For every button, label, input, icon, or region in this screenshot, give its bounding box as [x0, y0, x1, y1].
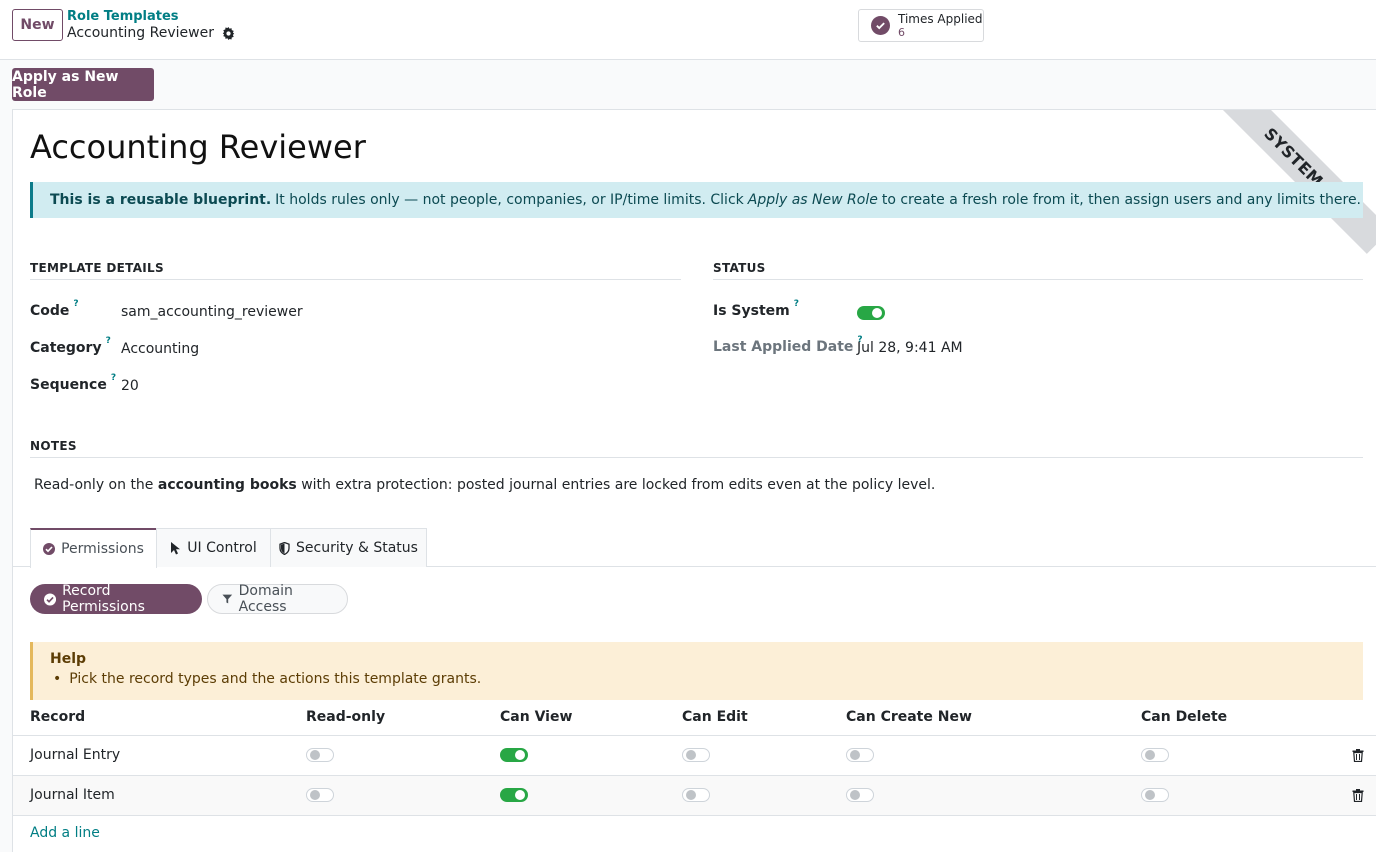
shield-icon: [279, 541, 290, 555]
pill-label: Domain Access: [238, 583, 293, 615]
is-system-toggle[interactable]: [857, 306, 885, 320]
help-tooltip-icon[interactable]: ?: [106, 336, 111, 352]
trash-icon[interactable]: [1352, 789, 1364, 802]
stat-value: 6: [898, 25, 905, 39]
column-header-can-view[interactable]: Can View: [500, 709, 572, 725]
can-delete-toggle[interactable]: [1141, 748, 1169, 762]
notes-text-1: Read-only on the: [34, 477, 154, 493]
add-a-line-link[interactable]: Add a line: [30, 825, 100, 841]
tab-label: Security & Status: [296, 540, 418, 556]
category-label: Category?: [30, 336, 111, 356]
new-button[interactable]: New: [12, 9, 63, 41]
form-sheet: SYSTEM Accounting Reviewer This is a reu…: [12, 109, 1376, 852]
tab-label: Permissions: [61, 541, 144, 557]
table-header: Record Read-only Can View Can Edit Can C…: [13, 700, 1376, 736]
filter-icon: [222, 594, 233, 604]
notebook-tabs: Permissions UI Control Security & Status: [13, 528, 1376, 568]
tab-ui-control[interactable]: UI Control: [156, 528, 271, 567]
template-details-heading: TEMPLATE DETAILS: [30, 261, 681, 280]
can-delete-toggle[interactable]: [1141, 788, 1169, 802]
is-system-label: Is System?: [713, 299, 799, 319]
check-circle-icon: [44, 592, 57, 606]
notes-text-2: with extra protection: posted journal en…: [301, 477, 936, 493]
column-header-can-edit[interactable]: Can Edit: [682, 709, 748, 725]
tab-security-status[interactable]: Security & Status: [270, 528, 427, 567]
cursor-pointer-icon: [171, 542, 181, 555]
apply-as-new-role-button[interactable]: Apply as New Role: [12, 68, 154, 101]
column-header-record[interactable]: Record: [30, 709, 85, 725]
notes-strong: accounting books: [157, 477, 297, 493]
gear-icon[interactable]: [222, 26, 235, 40]
times-applied-stat-button[interactable]: Times Applied 6: [858, 9, 984, 42]
can-view-toggle[interactable]: [500, 748, 528, 762]
column-header-read-only[interactable]: Read-only: [306, 709, 385, 725]
can-view-toggle[interactable]: [500, 788, 528, 802]
info-strong: This is a reusable blueprint.: [50, 192, 272, 208]
help-tooltip-icon[interactable]: ?: [794, 299, 799, 315]
status-heading: STATUS: [713, 261, 1363, 280]
breadcrumb-parent-link[interactable]: Role Templates: [67, 9, 179, 24]
breadcrumb-current-label: Accounting Reviewer: [67, 25, 214, 41]
breadcrumb-current: Accounting Reviewer: [67, 25, 235, 41]
can-create-toggle[interactable]: [846, 748, 874, 762]
tab-label: UI Control: [187, 540, 257, 556]
record-permissions-pill[interactable]: Record Permissions: [30, 583, 202, 615]
control-panel: New Role Templates Accounting Reviewer T…: [0, 0, 1376, 60]
last-applied-date-value: Jul 28, 9:41 AM: [857, 340, 963, 356]
table-row[interactable]: Journal Entry: [13, 736, 1376, 776]
column-header-can-create[interactable]: Can Create New: [846, 709, 972, 725]
code-field[interactable]: sam_accounting_reviewer: [121, 304, 303, 320]
code-label: Code?: [30, 299, 79, 319]
domain-access-pill[interactable]: Domain Access: [207, 583, 348, 615]
check-circle-icon: [43, 543, 56, 555]
help-alert: Help • Pick the record types and the acti…: [30, 642, 1363, 700]
notes-heading: NOTES: [30, 439, 1363, 458]
read-only-toggle[interactable]: [306, 748, 334, 762]
pill-label: Record Permissions: [62, 583, 145, 615]
notes-field[interactable]: Read-only on the accounting books with e…: [34, 477, 935, 493]
can-edit-toggle[interactable]: [682, 788, 710, 802]
category-field[interactable]: Accounting: [121, 341, 199, 357]
stat-label: Times Applied: [898, 11, 983, 26]
sequence-label: Sequence?: [30, 373, 117, 393]
sequence-field[interactable]: 20: [121, 378, 139, 394]
blueprint-info-alert: This is a reusable blueprint. It holds r…: [30, 182, 1363, 218]
help-tooltip-icon[interactable]: ?: [73, 299, 78, 315]
check-circle-icon: [871, 16, 890, 35]
help-tooltip-icon[interactable]: ?: [111, 373, 116, 389]
record-cell[interactable]: Journal Entry: [30, 747, 120, 763]
info-emphasis: Apply as New Role: [747, 192, 878, 208]
trash-icon[interactable]: [1352, 749, 1364, 762]
last-applied-date-label: Last Applied Date?: [713, 335, 863, 355]
info-text-2: to create a fresh role from it, then ass…: [881, 192, 1362, 208]
can-create-toggle[interactable]: [846, 788, 874, 802]
help-title: Help: [50, 651, 87, 667]
record-cell[interactable]: Journal Item: [30, 787, 115, 803]
tab-permissions[interactable]: Permissions: [30, 528, 157, 568]
column-header-can-delete[interactable]: Can Delete: [1141, 709, 1227, 725]
help-item: • Pick the record types and the actions t…: [53, 671, 482, 687]
page-title: Accounting Reviewer: [30, 128, 366, 166]
read-only-toggle[interactable]: [306, 788, 334, 802]
table-row[interactable]: Journal Item: [13, 776, 1376, 816]
can-edit-toggle[interactable]: [682, 748, 710, 762]
info-text-1: It holds rules only — not people, compan…: [275, 192, 744, 208]
